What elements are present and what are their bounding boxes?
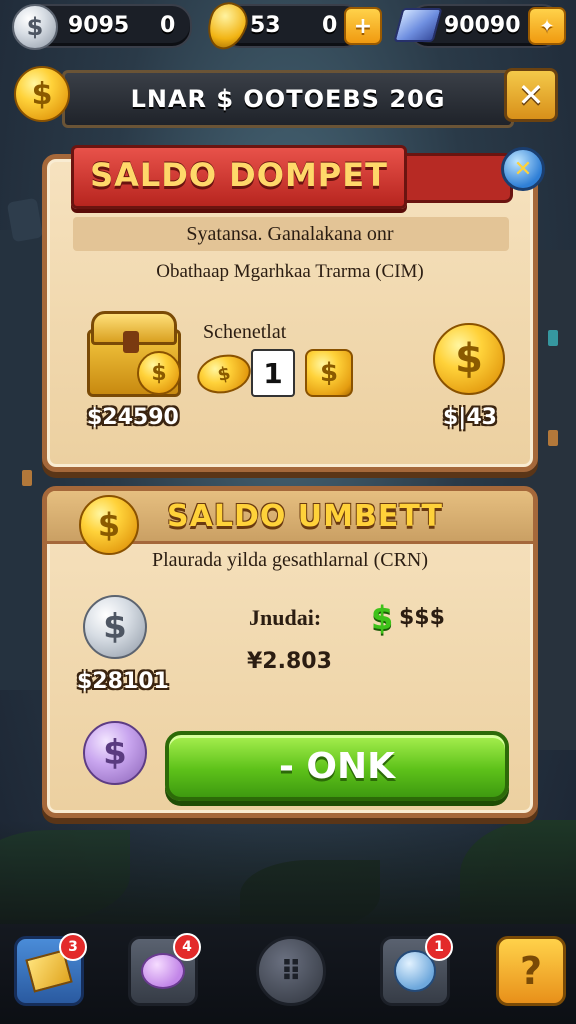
title-bar: LNAR $ OOTOEBS 20G $ ✕ bbox=[14, 66, 562, 128]
silver-coin-large-icon: $ bbox=[83, 595, 147, 659]
right-amount: $|43 bbox=[443, 405, 497, 430]
page-title: LNAR $ OOTOEBS 20G bbox=[130, 85, 446, 113]
globe-badge: 1 bbox=[425, 933, 453, 961]
confirm-button-label: - ONK bbox=[278, 745, 396, 787]
balance-value: ¥2.803 bbox=[247, 649, 332, 674]
confirm-button[interactable]: - ONK bbox=[165, 731, 509, 801]
silver-extra: 0 bbox=[160, 13, 176, 38]
chest-coin-icon: $ bbox=[137, 351, 181, 395]
header-gold-coin-icon: $ bbox=[79, 495, 139, 555]
help-icon: ? bbox=[519, 949, 543, 993]
wallet-header: SALDO DOMPET bbox=[90, 156, 388, 194]
close-icon: ✕ bbox=[517, 76, 545, 114]
cash-icon: $ bbox=[371, 599, 394, 637]
purple-coin-icon: $ bbox=[83, 721, 147, 785]
big-gold-coin-icon: $ bbox=[433, 323, 505, 395]
wallet-line2: Obathaap Mgarhkaa Trarma (CIM) bbox=[156, 261, 424, 282]
gold-coin-icon: $ bbox=[14, 66, 70, 122]
silver-coin-icon: $ bbox=[12, 4, 58, 50]
nav-mail-button[interactable]: 3 bbox=[14, 933, 87, 1006]
wallet-subtitle: Schenetlat bbox=[203, 321, 287, 343]
bottom-nav: 3 4 ⠿ 1 ? bbox=[0, 924, 576, 1024]
gem-value: 53 bbox=[250, 13, 281, 38]
ribbon: SALDO DOMPET bbox=[71, 145, 407, 209]
cash-text: $$$ bbox=[399, 605, 445, 630]
mail-badge: 3 bbox=[59, 933, 87, 961]
chat-badge: 4 bbox=[173, 933, 201, 961]
close-button[interactable]: ✕ bbox=[504, 68, 558, 122]
balance-header: SALDO UMBETT bbox=[167, 499, 443, 534]
nav-help-button[interactable]: ? bbox=[496, 936, 566, 1006]
menu-grid-icon: ⠿ bbox=[280, 954, 302, 988]
flat-coin-icon: $ bbox=[193, 349, 255, 399]
nav-menu-button[interactable]: ⠿ bbox=[256, 936, 326, 1006]
crystal-value: 90090 bbox=[444, 13, 521, 38]
title-plate: LNAR $ OOTOEBS 20G bbox=[62, 70, 514, 128]
chest-amount: $24590 bbox=[87, 405, 179, 430]
balance-panel: $ SALDO UMBETT Plaurada yilda gesathlarn… bbox=[42, 486, 538, 818]
silver-value: 9095 bbox=[68, 13, 130, 38]
nav-globe-button[interactable]: 1 bbox=[380, 933, 453, 1006]
counter-value: 1 bbox=[263, 356, 283, 390]
add-crystal-button[interactable]: ✦ bbox=[528, 7, 566, 45]
wallet-panel: SALDO DOMPET ✕ Syatansa. Ganalakana onr … bbox=[42, 145, 545, 472]
square-coin-icon[interactable]: $ bbox=[305, 349, 353, 397]
add-gem-button[interactable]: + bbox=[344, 7, 382, 45]
gem-extra: 0 bbox=[322, 13, 338, 38]
info-badge-icon[interactable]: ✕ bbox=[501, 147, 545, 191]
balance-label: Jnudai: bbox=[249, 605, 322, 630]
silver-amount: $28101 bbox=[77, 669, 169, 694]
balance-line1: Plaurada yilda gesathlarnal (CRN) bbox=[151, 549, 429, 571]
wallet-line1: Syatansa. Ganalakana onr bbox=[186, 223, 394, 245]
nav-chat-button[interactable]: 4 bbox=[128, 933, 201, 1006]
counter-box: 1 bbox=[251, 349, 295, 397]
